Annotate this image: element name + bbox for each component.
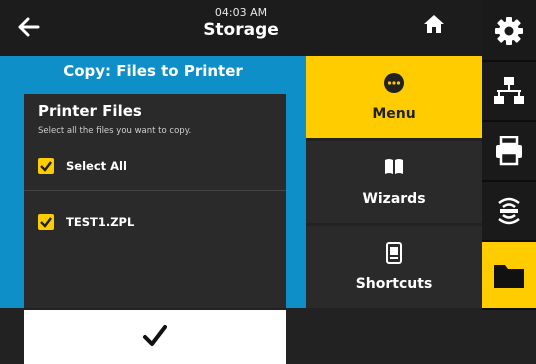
wizards-label: Wizards — [362, 191, 426, 207]
printer-button[interactable] — [482, 122, 536, 182]
menu-button[interactable]: Menu — [306, 56, 482, 138]
gear-icon — [495, 17, 523, 45]
storage-button[interactable] — [482, 242, 536, 310]
file-row[interactable]: TEST1.ZPL — [24, 202, 286, 246]
rfid-icon — [498, 197, 520, 225]
wizards-button[interactable]: Wizards — [306, 141, 482, 223]
shortcuts-icon — [306, 242, 482, 268]
checkmark-icon — [143, 325, 167, 346]
side-toolbar — [482, 0, 536, 310]
file-checkbox[interactable] — [38, 214, 54, 230]
top-bar: 04:03 AM Storage — [0, 0, 482, 56]
confirm-button[interactable] — [24, 310, 286, 364]
network-icon — [494, 77, 524, 104]
copy-panel: Copy: Files to Printer Printer Files Sel… — [0, 56, 306, 364]
menu-label: Menu — [372, 106, 416, 122]
file-label: TEST1.ZPL — [66, 215, 135, 229]
shortcuts-button[interactable]: Shortcuts — [306, 226, 482, 308]
network-button[interactable] — [482, 62, 536, 122]
select-all-label: Select All — [66, 159, 127, 173]
printer-files-card: Printer Files Select all the files you w… — [24, 94, 286, 308]
copy-panel-heading: Copy: Files to Printer — [63, 62, 243, 80]
page-title: Storage — [203, 20, 279, 40]
select-all-row[interactable]: Select All — [24, 146, 286, 191]
wizard-book-icon — [306, 157, 482, 181]
shortcuts-label: Shortcuts — [355, 276, 433, 292]
settings-button[interactable] — [482, 2, 536, 62]
rfid-button[interactable] — [482, 182, 536, 242]
menu-icon — [306, 72, 482, 98]
home-icon[interactable] — [423, 14, 449, 40]
title-block: 04:03 AM Storage — [0, 6, 482, 41]
main-menu: Menu Wizards Shortcuts — [306, 56, 482, 308]
card-title: Printer Files — [38, 102, 142, 120]
clock-time: 04:03 AM — [214, 6, 268, 19]
select-all-checkbox[interactable] — [38, 158, 54, 174]
instruction-text: Select all the files you want to copy. — [38, 126, 192, 136]
printer-icon — [496, 136, 522, 166]
folder-icon — [494, 265, 524, 288]
